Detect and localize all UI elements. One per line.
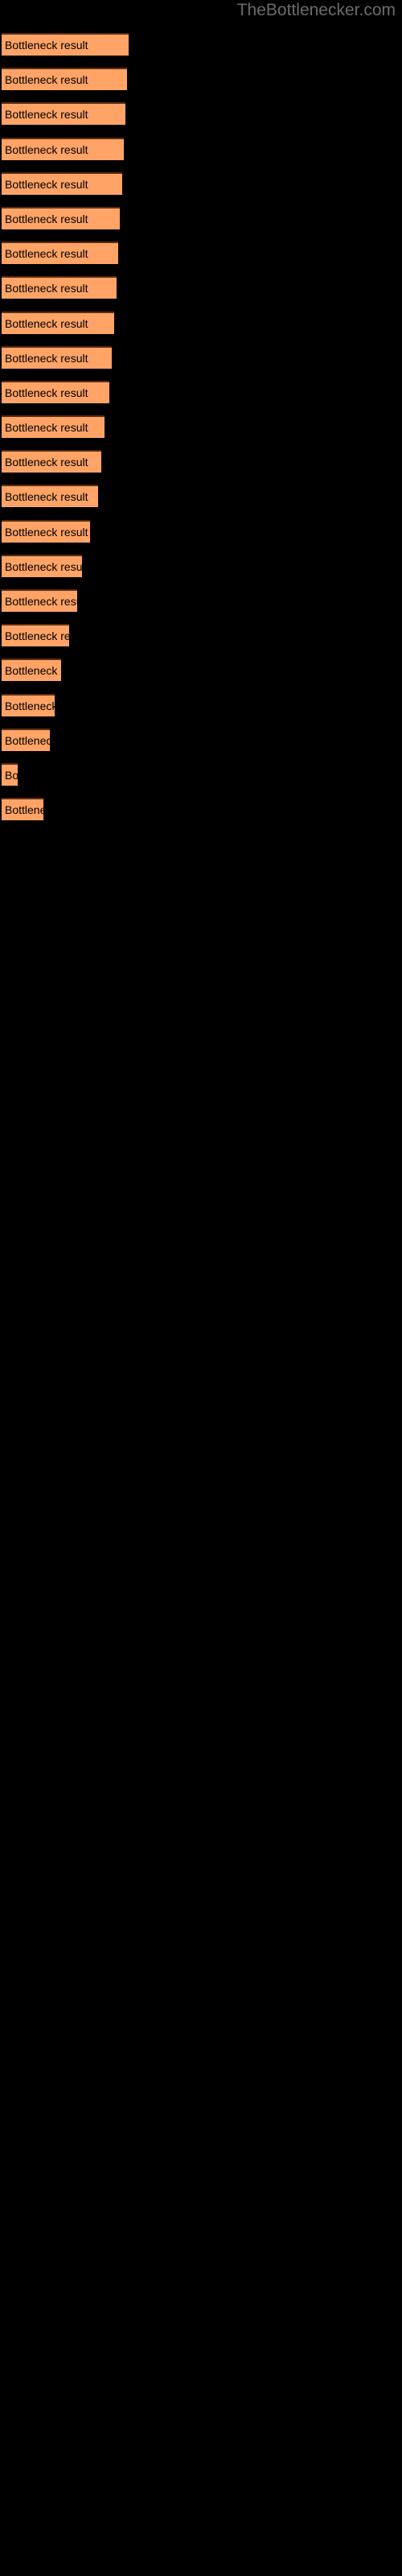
- bar-label: Bottleneck result: [5, 386, 88, 399]
- bar-label: Bottleneck result: [5, 456, 88, 469]
- bar-label: Bottleneck result: [5, 142, 88, 156]
- bar-row: Bottleneck result: [0, 720, 402, 754]
- chart-bar: Bottleneck result: [2, 171, 122, 195]
- bar-label: Bottleneck result: [5, 525, 88, 539]
- chart-bar: Bottleneck result: [2, 102, 125, 126]
- bar-row: Bottleneck result: [0, 198, 402, 233]
- bar-row: Bottleneck result: [0, 441, 402, 476]
- bar-label: Bottleneck result: [5, 108, 88, 122]
- chart-bar: Bottleneck result: [2, 519, 90, 543]
- chart-bar: Bottleneck result: [2, 345, 112, 369]
- chart-bar: Bottleneck result: [2, 242, 118, 265]
- chart-bar: Bottleneck result: [2, 206, 120, 229]
- chart-bar: Bottleneck result: [2, 68, 127, 91]
- bar-row: Bottleneck result: [0, 580, 402, 615]
- chart-bar: Bottleneck result: [2, 554, 82, 577]
- bar-row: Bottleneck result: [0, 754, 402, 789]
- bar-row: Bottleneck result: [0, 303, 402, 337]
- chart-bar: Bottleneck result: [2, 728, 50, 751]
- site-watermark: TheBottlenecker.com: [236, 1, 396, 19]
- bar-label: Bottleneck result: [5, 73, 88, 87]
- bar-row: Bottleneck result: [0, 476, 402, 510]
- bar-label: Bottleneck result: [5, 768, 18, 782]
- bar-row: Bottleneck result: [0, 267, 402, 302]
- bar-row: Bottleneck result: [0, 93, 402, 128]
- bar-label: Bottleneck result: [5, 282, 88, 295]
- chart-bar: Bottleneck result: [2, 658, 61, 682]
- chart-bar: Bottleneck result: [2, 589, 77, 612]
- bars-area: Bottleneck result Bottleneck result Bottle…: [0, 24, 402, 2576]
- bar-label: Bottleneck result: [5, 559, 82, 573]
- bar-row: Bottleneck result: [0, 24, 402, 59]
- bar-label: Bottleneck result: [5, 699, 55, 712]
- chart-bar: Bottleneck result: [2, 485, 98, 508]
- chart-bar: Bottleneck result: [2, 624, 69, 647]
- bar-label: Bottleneck result: [5, 351, 88, 365]
- bottleneck-chart: TheBottlenecker.com Bottleneck result Bot…: [0, 0, 402, 2576]
- bar-label: Bottleneck result: [5, 490, 88, 504]
- chart-bar: Bottleneck result: [2, 311, 114, 334]
- chart-bar: Bottleneck result: [2, 450, 101, 473]
- bar-label: Bottleneck result: [5, 595, 77, 608]
- bar-row: Bottleneck result: [0, 650, 402, 684]
- bar-label: Bottleneck result: [5, 316, 88, 330]
- bar-row: Bottleneck result: [0, 685, 402, 720]
- bar-label: Bottleneck result: [5, 803, 43, 817]
- chart-bar: Bottleneck result: [2, 33, 129, 56]
- bar-label: Bottleneck result: [5, 177, 88, 191]
- bar-label: Bottleneck result: [5, 630, 69, 643]
- bar-row: Bottleneck result: [0, 59, 402, 93]
- bar-row: Bottleneck result: [0, 129, 402, 163]
- bar-row: Bottleneck result: [0, 407, 402, 441]
- chart-bar: Bottleneck result: [2, 693, 55, 716]
- bar-row: Bottleneck result: [0, 337, 402, 372]
- bar-label: Bottleneck result: [5, 664, 61, 678]
- bar-row: Bottleneck result: [0, 372, 402, 407]
- bar-label: Bottleneck result: [5, 39, 88, 52]
- bar-row: Bottleneck result: [0, 233, 402, 267]
- bar-label: Bottleneck result: [5, 733, 50, 747]
- bar-row: Bottleneck result: [0, 163, 402, 198]
- bar-row: Bottleneck result: [0, 511, 402, 546]
- bar-label: Bottleneck result: [5, 247, 88, 261]
- bar-row: Bottleneck result: [0, 615, 402, 650]
- bar-row: Bottleneck result: [0, 546, 402, 580]
- bar-row: Bottleneck result: [0, 789, 402, 824]
- chart-bar: Bottleneck result: [2, 276, 117, 299]
- chart-bar: Bottleneck result: [2, 762, 18, 786]
- bar-label: Bottleneck result: [5, 212, 88, 225]
- chart-bar: Bottleneck result: [2, 137, 124, 160]
- chart-bar: Bottleneck result: [2, 380, 109, 403]
- chart-bar: Bottleneck result: [2, 415, 105, 439]
- bar-label: Bottleneck result: [5, 421, 88, 435]
- chart-bar: Bottleneck result: [2, 798, 43, 821]
